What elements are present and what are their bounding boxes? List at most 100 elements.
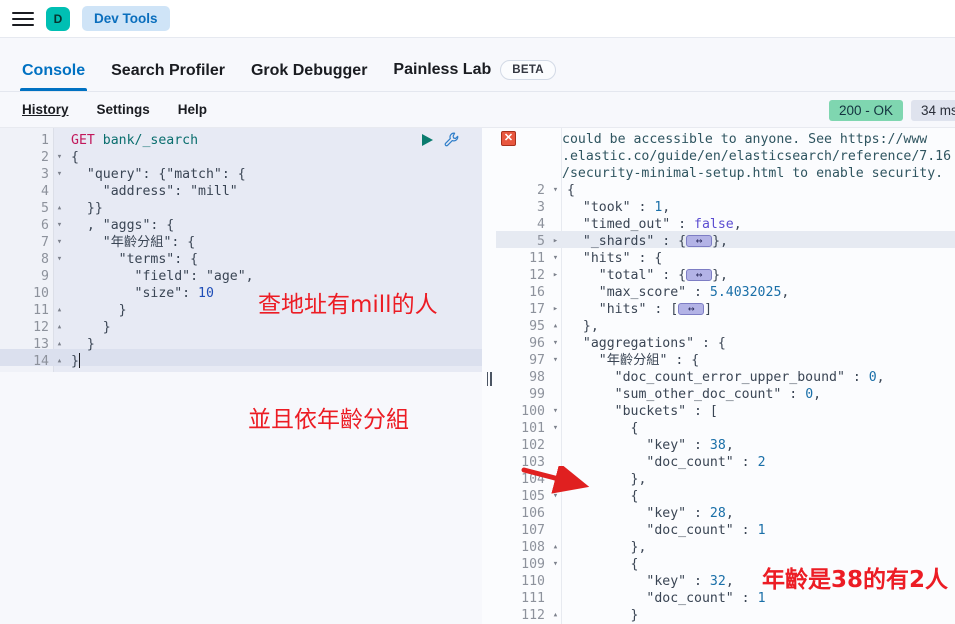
response-row[interactable]: 108 ▴ },: [496, 539, 955, 556]
response-row[interactable]: 17 ▸ "hits" : []: [496, 301, 955, 318]
editor-horizontal-scrollbar[interactable]: [54, 366, 482, 372]
tab-painless-lab[interactable]: Painless Lab BETA: [381, 60, 569, 91]
request-editor-row[interactable]: 13 ▴ }: [0, 336, 482, 353]
response-code[interactable]: 2 ▾{3 "took" : 1, 4 "timed_out" : false, 5 ▸…: [496, 182, 955, 624]
collapsed-fold-icon[interactable]: [686, 233, 713, 249]
fold-toggle-icon[interactable]: ▾: [550, 420, 561, 437]
fold-toggle-icon[interactable]: ▴: [54, 200, 65, 217]
fold-toggle-icon[interactable]: ▾: [54, 149, 65, 166]
fold-toggle-icon[interactable]: ▸: [550, 233, 561, 250]
fold-toggle-icon[interactable]: ▾: [54, 234, 65, 251]
error-icon[interactable]: ✕: [501, 131, 516, 146]
collapsed-fold-icon[interactable]: [678, 301, 705, 317]
response-row[interactable]: 104 ▴ },: [496, 471, 955, 488]
history-link[interactable]: History: [8, 102, 83, 117]
fold-toggle-icon[interactable]: ▾: [54, 251, 65, 268]
tab-console[interactable]: Console: [10, 62, 99, 91]
fold-toggle-icon[interactable]: [550, 386, 561, 403]
request-editor-row[interactable]: 11 ▴ }: [0, 302, 482, 319]
response-row[interactable]: 97 ▾ "年齡分組" : {: [496, 352, 955, 369]
response-row[interactable]: 5 ▸ "_shards" : {},: [496, 233, 955, 250]
fold-toggle-icon[interactable]: [54, 183, 65, 200]
fold-toggle-icon[interactable]: ▾: [550, 403, 561, 420]
response-row[interactable]: 99 "sum_other_doc_count" : 0,: [496, 386, 955, 403]
response-row[interactable]: 103 "doc_count" : 2: [496, 454, 955, 471]
response-row[interactable]: 101 ▾ {: [496, 420, 955, 437]
request-editor-row[interactable]: 2 ▾ {: [0, 149, 482, 166]
fold-toggle-icon[interactable]: ▴: [54, 319, 65, 336]
fold-toggle-icon[interactable]: ▾: [54, 166, 65, 183]
breadcrumb[interactable]: Dev Tools: [82, 6, 170, 31]
request-editor-row[interactable]: 7 ▾ "年齡分組": {: [0, 234, 482, 251]
help-link[interactable]: Help: [164, 102, 221, 117]
play-icon[interactable]: [421, 133, 434, 152]
fold-toggle-icon[interactable]: [550, 284, 561, 301]
pane-splitter[interactable]: [482, 128, 496, 624]
tab-search-profiler[interactable]: Search Profiler: [99, 62, 239, 91]
request-editor-row[interactable]: 10 "size": 10: [0, 285, 482, 302]
response-row[interactable]: 110 "key" : 32,: [496, 573, 955, 590]
avatar[interactable]: D: [46, 6, 70, 31]
response-row[interactable]: 107 "doc_count" : 1: [496, 522, 955, 539]
wrench-icon[interactable]: [444, 132, 460, 153]
request-editor-row[interactable]: 5 ▴ }}: [0, 200, 482, 217]
fold-toggle-icon[interactable]: [550, 505, 561, 522]
fold-toggle-icon[interactable]: ▴: [550, 471, 561, 488]
fold-toggle-icon[interactable]: ▾: [550, 250, 561, 267]
fold-toggle-icon[interactable]: ▾: [550, 488, 561, 505]
tab-grok-debugger[interactable]: Grok Debugger: [239, 62, 381, 91]
response-row[interactable]: 98 "doc_count_error_upper_bound" : 0,: [496, 369, 955, 386]
response-row[interactable]: 2 ▾ {: [496, 182, 955, 199]
fold-toggle-icon[interactable]: [54, 268, 65, 285]
response-row[interactable]: 100 ▾ "buckets" : [: [496, 403, 955, 420]
response-row[interactable]: 96 ▾ "aggregations" : {: [496, 335, 955, 352]
fold-toggle-icon[interactable]: ▸: [550, 267, 561, 284]
fold-toggle-icon[interactable]: ▾: [550, 556, 561, 573]
fold-toggle-icon[interactable]: ▾: [550, 352, 561, 369]
request-editor-row[interactable]: 9 "field": "age",: [0, 268, 482, 285]
response-row[interactable]: 106 "key" : 28,: [496, 505, 955, 522]
request-editor-code[interactable]: 1 GET bank/_search 2 ▾ {3 ▾ "query": {"match"…: [0, 132, 482, 370]
response-row[interactable]: 16 "max_score" : 5.4032025,: [496, 284, 955, 301]
response-row[interactable]: 105 ▾ {: [496, 488, 955, 505]
response-row[interactable]: 11 ▾ "hits" : {: [496, 250, 955, 267]
fold-toggle-icon[interactable]: [550, 590, 561, 607]
fold-toggle-icon[interactable]: [54, 285, 65, 302]
fold-toggle-icon[interactable]: [550, 573, 561, 590]
response-row[interactable]: 12 ▸ "total" : {},: [496, 267, 955, 284]
response-row[interactable]: 95 ▴ },: [496, 318, 955, 335]
request-editor-row[interactable]: 4 "address": "mill": [0, 183, 482, 200]
fold-toggle-icon[interactable]: ▴: [550, 318, 561, 335]
request-editor-row[interactable]: 12 ▴ }: [0, 319, 482, 336]
response-row[interactable]: 102 "key" : 38,: [496, 437, 955, 454]
response-pane[interactable]: ✕ could be accessible to anyone. See htt…: [496, 128, 955, 624]
response-row[interactable]: 4 "timed_out" : false,: [496, 216, 955, 233]
fold-toggle-icon[interactable]: ▾: [550, 182, 561, 199]
collapsed-fold-icon[interactable]: [686, 267, 713, 283]
fold-toggle-icon[interactable]: ▸: [550, 301, 561, 318]
fold-toggle-icon[interactable]: ▴: [54, 336, 65, 353]
request-editor-row[interactable]: 3 ▾ "query": {"match": {: [0, 166, 482, 183]
fold-toggle-icon[interactable]: [550, 216, 561, 233]
hamburger-icon[interactable]: [12, 10, 34, 28]
request-editor-row[interactable]: 8 ▾ "terms": {: [0, 251, 482, 268]
request-editor-row[interactable]: 1 GET bank/_search: [0, 132, 482, 149]
fold-toggle-icon[interactable]: ▴: [550, 539, 561, 556]
settings-link[interactable]: Settings: [83, 102, 164, 117]
request-editor-row[interactable]: 6 ▾ , "aggs": {: [0, 217, 482, 234]
fold-toggle-icon[interactable]: ▾: [550, 335, 561, 352]
fold-toggle-icon[interactable]: ▴: [550, 607, 561, 624]
fold-toggle-icon[interactable]: [550, 522, 561, 539]
fold-toggle-icon[interactable]: ▾: [54, 217, 65, 234]
response-row[interactable]: 3 "took" : 1,: [496, 199, 955, 216]
response-row[interactable]: 111 "doc_count" : 1: [496, 590, 955, 607]
fold-toggle-icon[interactable]: [550, 437, 561, 454]
response-row[interactable]: 109 ▾ {: [496, 556, 955, 573]
fold-toggle-icon[interactable]: [54, 132, 65, 149]
fold-toggle-icon[interactable]: [550, 454, 561, 471]
fold-toggle-icon[interactable]: ▴: [54, 302, 65, 319]
request-editor-pane[interactable]: 1 GET bank/_search 2 ▾ {3 ▾ "query": {"match"…: [0, 128, 482, 624]
response-row[interactable]: 112 ▴ }: [496, 607, 955, 624]
fold-toggle-icon[interactable]: [550, 369, 561, 386]
fold-toggle-icon[interactable]: [550, 199, 561, 216]
